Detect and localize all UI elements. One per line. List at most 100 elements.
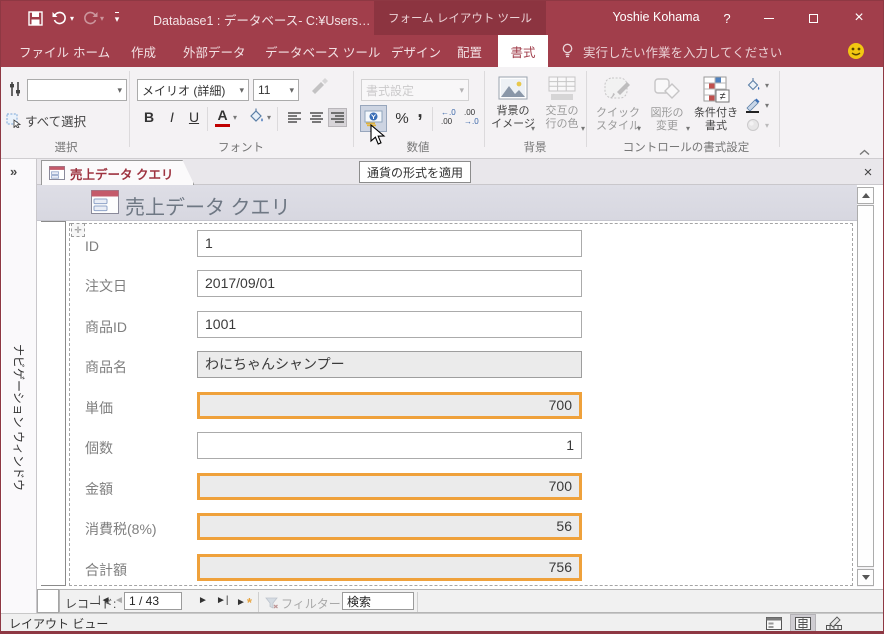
quick-styles-label: クイック スタイル bbox=[596, 107, 640, 132]
account-name[interactable]: Yoshie Kohama bbox=[593, 10, 719, 24]
small-separator bbox=[277, 107, 278, 131]
field-value-product-name[interactable]: わにちゃんシャンプー bbox=[197, 351, 582, 378]
select-all-label: すべて選択 bbox=[25, 115, 87, 129]
tab-home[interactable]: ホーム bbox=[67, 35, 116, 67]
field-label-order-date[interactable]: 注文日 bbox=[85, 273, 193, 299]
scroll-up-button[interactable] bbox=[857, 187, 874, 204]
group-separator bbox=[484, 71, 485, 147]
field-label-product-id[interactable]: 商品ID bbox=[85, 314, 193, 340]
tab-create[interactable]: 作成 bbox=[125, 35, 162, 67]
change-shape-icon bbox=[654, 78, 680, 99]
decrease-decimals-button[interactable]: .00 →.0 bbox=[464, 108, 479, 126]
align-left-button[interactable] bbox=[285, 108, 304, 127]
field-value-product-id[interactable]: 1001 bbox=[197, 311, 582, 338]
undo-caret-icon: ▾ bbox=[69, 13, 74, 23]
save-button[interactable] bbox=[25, 8, 45, 28]
shape-effects-caret-icon: ▾ bbox=[765, 121, 770, 130]
layout-view-button-selected[interactable] bbox=[790, 614, 816, 631]
field-value-quantity[interactable]: 1 bbox=[197, 432, 582, 459]
group-separator bbox=[353, 71, 354, 147]
expand-nav-pane-icon[interactable]: » bbox=[10, 164, 17, 179]
feedback-smiley-icon[interactable] bbox=[847, 42, 865, 65]
shape-outline-icon bbox=[746, 98, 760, 113]
fill-color-caret-icon: ▾ bbox=[267, 113, 272, 122]
field-label-product-name[interactable]: 商品名 bbox=[85, 354, 193, 380]
nav-pane-vertical-title[interactable]: ナビゲーション ウィンドウ bbox=[11, 338, 28, 498]
record-search-input[interactable] bbox=[342, 592, 414, 610]
next-record-button[interactable]: ► bbox=[198, 595, 208, 606]
object-selector-combo[interactable]: ▾ bbox=[27, 79, 127, 101]
font-color-button[interactable]: A ▾ bbox=[215, 107, 237, 127]
field-value-amount[interactable]: 700 bbox=[197, 473, 582, 500]
qat-customize-button[interactable]: ▾ bbox=[109, 8, 125, 28]
tab-design[interactable]: デザイン bbox=[385, 35, 447, 67]
bold-button[interactable]: B bbox=[140, 109, 158, 125]
field-label-unit-price[interactable]: 単価 bbox=[85, 395, 193, 421]
percent-format-button[interactable]: % bbox=[392, 107, 412, 129]
vertical-scrollbar[interactable] bbox=[857, 187, 874, 587]
field-value-tax[interactable]: 56 bbox=[197, 513, 582, 540]
quick-styles-caret-icon: ▾ bbox=[636, 124, 641, 133]
font-size-value: 11 bbox=[258, 83, 271, 97]
select-all-button[interactable]: すべて選択 bbox=[6, 111, 86, 130]
record-position-input[interactable] bbox=[124, 592, 182, 610]
field-value-unit-price[interactable]: 700 bbox=[197, 392, 582, 419]
record-selector-bar[interactable] bbox=[41, 221, 66, 586]
new-record-button[interactable]: ► * bbox=[236, 595, 252, 610]
close-document-button[interactable]: × bbox=[857, 161, 879, 183]
shape-effects-icon bbox=[747, 119, 759, 131]
field-label-id[interactable]: ID bbox=[85, 233, 193, 259]
scroll-down-button[interactable] bbox=[857, 569, 874, 586]
help-button[interactable]: ? bbox=[707, 1, 747, 35]
align-center-button[interactable] bbox=[307, 108, 326, 127]
field-label-amount[interactable]: 金額 bbox=[85, 476, 193, 502]
undo-button[interactable]: ▾ bbox=[49, 8, 77, 28]
layout-move-handle[interactable]: ✛ bbox=[71, 223, 85, 237]
form-view-button[interactable] bbox=[761, 614, 787, 631]
close-button[interactable]: × bbox=[839, 1, 879, 35]
redo-button-disabled: ▾ bbox=[79, 8, 107, 28]
format-painter-button-disabled bbox=[309, 77, 329, 102]
layout-view-icon bbox=[795, 616, 811, 630]
comma-format-button[interactable]: , bbox=[413, 101, 427, 123]
last-record-button[interactable]: ► | bbox=[216, 595, 229, 606]
access-window: フォーム レイアウト ツール ▾ ▾ ▾ Database1 : データベース-… bbox=[0, 0, 884, 634]
shape-outline-button[interactable]: ▾ bbox=[745, 97, 769, 113]
field-value-id[interactable]: 1 bbox=[197, 230, 582, 257]
first-record-button[interactable]: | ◄ bbox=[98, 595, 111, 606]
fill-color-button[interactable]: ▾ bbox=[247, 107, 271, 125]
filter-icon bbox=[265, 596, 278, 614]
font-size-combo[interactable]: 11 ▾ bbox=[253, 79, 299, 101]
scrollbar-thumb[interactable] bbox=[857, 205, 874, 567]
italic-button[interactable]: I bbox=[163, 109, 181, 125]
new-record-star-icon: * bbox=[246, 595, 252, 610]
tab-format-active[interactable]: 書式 bbox=[498, 35, 548, 67]
document-tab-active[interactable]: 売上データ クエリ bbox=[41, 160, 194, 185]
field-label-tax[interactable]: 消費税(8%) bbox=[85, 516, 193, 542]
tell-me-search[interactable]: 実行したい作業を入力してください bbox=[577, 35, 788, 67]
form-title: 売上データ クエリ bbox=[125, 197, 291, 219]
design-view-icon bbox=[826, 616, 842, 630]
tab-database-tools[interactable]: データベース ツール bbox=[259, 35, 386, 67]
field-label-total[interactable]: 合計額 bbox=[85, 557, 193, 583]
align-right-button-selected[interactable] bbox=[328, 108, 347, 127]
underline-button[interactable]: U bbox=[185, 109, 203, 125]
decrease-decimals-digits: .00 bbox=[464, 108, 476, 117]
shape-fill-button[interactable]: ▾ bbox=[745, 77, 769, 93]
group-label-background: 背景 bbox=[523, 142, 547, 154]
tab-arrange[interactable]: 配置 bbox=[451, 35, 488, 67]
record-selector-footer-cell bbox=[37, 589, 59, 613]
field-label-quantity[interactable]: 個数 bbox=[85, 435, 193, 461]
group-separator bbox=[586, 71, 587, 147]
field-value-total[interactable]: 756 bbox=[197, 554, 582, 581]
maximize-button[interactable] bbox=[793, 1, 833, 35]
increase-decimals-button[interactable]: ←.0 .00 bbox=[441, 108, 456, 126]
tab-external-data[interactable]: 外部データ bbox=[177, 35, 252, 67]
tab-file[interactable]: ファイル bbox=[13, 35, 75, 67]
combo-caret-icon: ▾ bbox=[239, 84, 244, 95]
minimize-button[interactable] bbox=[749, 1, 789, 35]
field-value-order-date[interactable]: 2017/09/01 bbox=[197, 270, 582, 297]
new-record-arrow-icon: ► bbox=[236, 597, 246, 608]
design-view-button[interactable] bbox=[821, 614, 847, 631]
font-name-combo[interactable]: メイリオ (詳細) ▾ bbox=[137, 79, 249, 101]
